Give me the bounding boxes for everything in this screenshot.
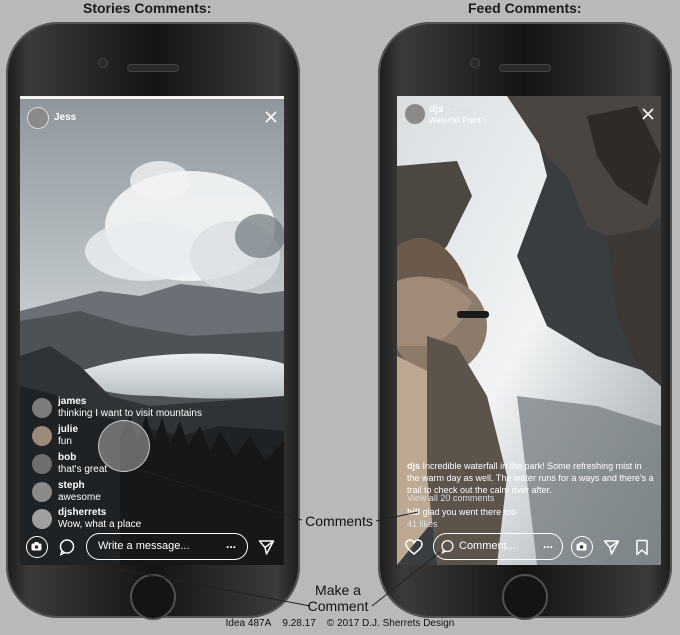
comments-callout-label: Comments: [305, 513, 373, 529]
make-comment-callout-label: Make a Comment: [307, 582, 369, 614]
footer: Idea 487A 9.28.17 © 2017 D.J. Sherrets D…: [0, 618, 680, 629]
footer-idea: Idea 487A: [225, 618, 272, 629]
footer-date: 9.28.17: [282, 618, 316, 629]
callout-lines: [69, 469, 441, 607]
footer-copyright: © 2017 D.J. Sherrets Design: [326, 618, 455, 629]
